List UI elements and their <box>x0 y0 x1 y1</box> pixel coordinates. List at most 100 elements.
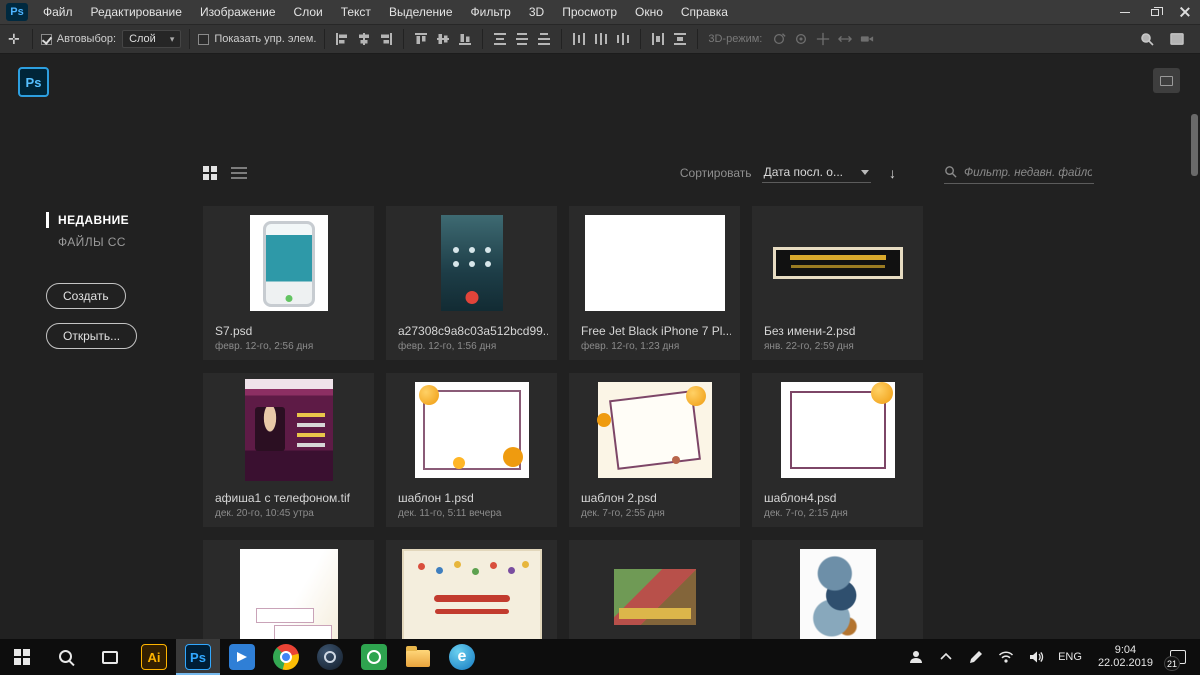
3d-pan-icon[interactable] <box>814 30 832 48</box>
windows-ink-button[interactable] <box>961 639 991 675</box>
align-bottom-icon[interactable] <box>456 30 474 48</box>
distribute-middle-icon[interactable] <box>513 30 531 48</box>
menu-item[interactable]: Изображение <box>191 0 285 24</box>
file-card[interactable]: шаблон 2.psd дек. 7-го, 2:55 дня <box>569 373 740 527</box>
create-button[interactable]: Создать <box>46 283 126 309</box>
3d-slide-icon[interactable] <box>836 30 854 48</box>
file-card[interactable] <box>569 540 740 639</box>
sidebar-item-recent[interactable]: НЕДАВНИЕ <box>46 209 191 231</box>
taskbar-app-photoshop[interactable]: Ps <box>176 639 220 675</box>
align-center-horizontal-icon[interactable] <box>355 30 373 48</box>
file-thumbnail <box>569 378 740 482</box>
menu-item[interactable]: 3D <box>520 0 553 24</box>
menu-item[interactable]: Слои <box>285 0 332 24</box>
filter-input[interactable] <box>944 164 1094 184</box>
file-card[interactable]: шаблон 1.psd дек. 11-го, 5:11 вечера <box>386 373 557 527</box>
file-thumbnail <box>386 211 557 315</box>
workspace-switcher-icon[interactable] <box>1168 30 1186 48</box>
distribute-spacing-vertical-icon[interactable] <box>671 30 689 48</box>
open-button[interactable]: Открыть... <box>46 323 138 349</box>
photoshop-home-logo-icon: Ps <box>18 67 49 97</box>
file-name: S7.psd <box>215 324 253 338</box>
autoselect-target-select[interactable]: Слой ▾ <box>122 30 182 48</box>
date-text: 22.02.2019 <box>1097 657 1153 669</box>
taskbar-app-explorer[interactable] <box>396 639 440 675</box>
menu-item[interactable]: Фильтр <box>462 0 520 24</box>
scrollbar-thumb[interactable] <box>1191 114 1198 176</box>
language-indicator[interactable]: ENG <box>1051 639 1089 675</box>
sort-direction-icon[interactable]: ↓ <box>889 165 896 181</box>
start-button[interactable] <box>0 639 44 675</box>
action-center-button[interactable]: 21 <box>1162 639 1200 675</box>
file-name: Без имени-2.psd <box>764 324 856 338</box>
clock[interactable]: 9:04 22.02.2019 <box>1089 639 1162 675</box>
3d-roll-icon[interactable] <box>792 30 810 48</box>
3d-camera-icon[interactable] <box>858 30 876 48</box>
grid-view-toggle[interactable] <box>203 166 217 180</box>
task-view-button[interactable] <box>88 639 132 675</box>
menu-item[interactable]: Просмотр <box>553 0 626 24</box>
menu-item[interactable]: Файл <box>34 0 82 24</box>
menu-item[interactable]: Окно <box>626 0 672 24</box>
file-thumbnail <box>203 545 374 639</box>
file-card[interactable] <box>752 540 923 639</box>
menu-item[interactable]: Выделение <box>380 0 462 24</box>
home-sidebar: НЕДАВНИЕ ФАЙЛЫ CC Создать Открыть... <box>46 209 191 349</box>
taskbar-app-blue-app[interactable] <box>220 639 264 675</box>
photoshop-icon: Ps <box>185 644 211 670</box>
sidebar-item-cc-files[interactable]: ФАЙЛЫ CC <box>46 231 191 253</box>
close-button[interactable] <box>1170 0 1200 24</box>
sort-select[interactable]: Дата посл. о... <box>761 163 871 183</box>
taskbar-app-chrome[interactable] <box>264 639 308 675</box>
file-thumbnail <box>569 545 740 639</box>
align-left-icon[interactable] <box>333 30 351 48</box>
network-button[interactable] <box>991 639 1021 675</box>
people-button[interactable] <box>901 639 931 675</box>
file-card[interactable]: Free Jet Black iPhone 7 Pl... февр. 12-г… <box>569 206 740 360</box>
show-hidden-icons-button[interactable] <box>931 639 961 675</box>
align-top-icon[interactable] <box>412 30 430 48</box>
file-card[interactable] <box>386 540 557 639</box>
align-right-icon[interactable] <box>377 30 395 48</box>
taskbar-app-edge[interactable]: e <box>440 639 484 675</box>
menu-item[interactable]: Редактирование <box>82 0 191 24</box>
menu-item[interactable]: Текст <box>332 0 380 24</box>
minimize-button[interactable] <box>1110 0 1140 24</box>
window-controls <box>1110 0 1200 24</box>
autoselect-checkbox[interactable]: Автовыбор: <box>40 33 117 45</box>
autoselect-label: Автовыбор: <box>56 33 117 45</box>
align-horizontal-group <box>333 30 395 48</box>
panel-button[interactable] <box>1153 68 1180 93</box>
file-card[interactable] <box>203 540 374 639</box>
3d-orbit-icon[interactable] <box>770 30 788 48</box>
file-card[interactable]: афиша1 с телефоном.tif дек. 20-го, 10:45… <box>203 373 374 527</box>
taskbar-app-steam[interactable] <box>308 639 352 675</box>
taskbar-search-button[interactable] <box>44 639 88 675</box>
blue-app-icon <box>229 644 255 670</box>
volume-button[interactable] <box>1021 639 1051 675</box>
distribute-bottom-icon[interactable] <box>535 30 553 48</box>
file-card[interactable]: a27308c9a8c03a512bcd99... февр. 12-го, 1… <box>386 206 557 360</box>
file-thumbnail <box>569 211 740 315</box>
show-controls-checkbox[interactable]: Показать упр. элем. <box>198 33 316 45</box>
distribute-center-icon[interactable] <box>592 30 610 48</box>
restore-button[interactable] <box>1140 0 1170 24</box>
chevron-down-icon <box>861 169 869 175</box>
move-tool-icon[interactable]: ✛ <box>8 31 20 48</box>
distribute-left-icon[interactable] <box>570 30 588 48</box>
distribute-right-icon[interactable] <box>614 30 632 48</box>
taskbar-app-green-app[interactable] <box>352 639 396 675</box>
search-icon[interactable] <box>1138 30 1156 48</box>
menu-item[interactable]: Справка <box>672 0 737 24</box>
file-card[interactable]: S7.psd февр. 12-го, 2:56 дня <box>203 206 374 360</box>
align-middle-icon[interactable] <box>434 30 452 48</box>
distribute-spacing-horizontal-icon[interactable] <box>649 30 667 48</box>
separator <box>189 29 191 49</box>
options-bar: ✛ Автовыбор: Слой ▾ Показать упр. элем. <box>0 24 1200 54</box>
distribute-top-icon[interactable] <box>491 30 509 48</box>
file-card[interactable]: шаблон4.psd дек. 7-го, 2:15 дня <box>752 373 923 527</box>
file-card[interactable]: Без имени-2.psd янв. 22-го, 2:59 дня <box>752 206 923 360</box>
list-view-toggle[interactable] <box>231 165 247 181</box>
sort-value: Дата посл. о... <box>763 165 843 179</box>
taskbar-app-illustrator[interactable]: Ai <box>132 639 176 675</box>
